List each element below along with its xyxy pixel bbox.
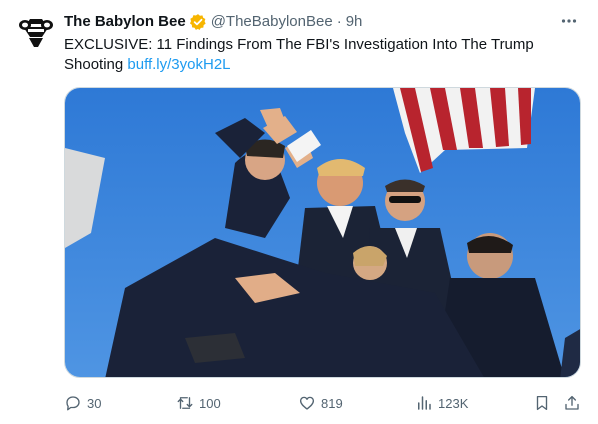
tweet-photo[interactable]	[64, 87, 581, 378]
heart-icon	[299, 396, 315, 410]
author-handle[interactable]: @TheBabylonBee	[211, 12, 333, 32]
tweet-card[interactable]: The Babylon Bee @TheBabylonBee · 9h EXCL…	[0, 0, 598, 424]
share-button[interactable]	[563, 392, 581, 414]
header-separator: ·	[336, 13, 342, 30]
retweet-count: 100	[199, 395, 221, 411]
share-icon	[565, 395, 579, 410]
reply-icon	[66, 396, 80, 411]
bookmark-icon	[536, 395, 548, 411]
retweet-button[interactable]: 100	[176, 392, 221, 414]
reply-count: 30	[87, 395, 102, 411]
retweet-icon	[177, 397, 193, 409]
tweet-actions: 30 100 819 123K	[64, 392, 581, 414]
verified-gold-badge-icon[interactable]	[189, 13, 207, 31]
tweet-link[interactable]: buff.ly/3yokH2L	[127, 56, 230, 73]
views-button[interactable]: 123K	[415, 392, 468, 414]
views-count: 123K	[438, 395, 469, 411]
tweet-timestamp[interactable]: 9h	[346, 12, 363, 32]
bee-logo-icon	[19, 19, 53, 47]
bookmark-button[interactable]	[533, 392, 551, 414]
tweet-text: EXCLUSIVE: 11 Findings From The FBI's In…	[64, 35, 564, 75]
reply-button[interactable]: 30	[64, 392, 101, 414]
author-name[interactable]: The Babylon Bee	[64, 12, 186, 32]
like-count: 819	[321, 395, 343, 411]
views-chart-icon	[418, 396, 431, 410]
more-horizontal-icon[interactable]	[556, 10, 582, 32]
tweet-header: The Babylon Bee @TheBabylonBee · 9h	[64, 12, 582, 32]
like-button[interactable]: 819	[298, 392, 343, 414]
author-avatar[interactable]	[16, 12, 56, 52]
photo-illustration	[65, 88, 580, 377]
